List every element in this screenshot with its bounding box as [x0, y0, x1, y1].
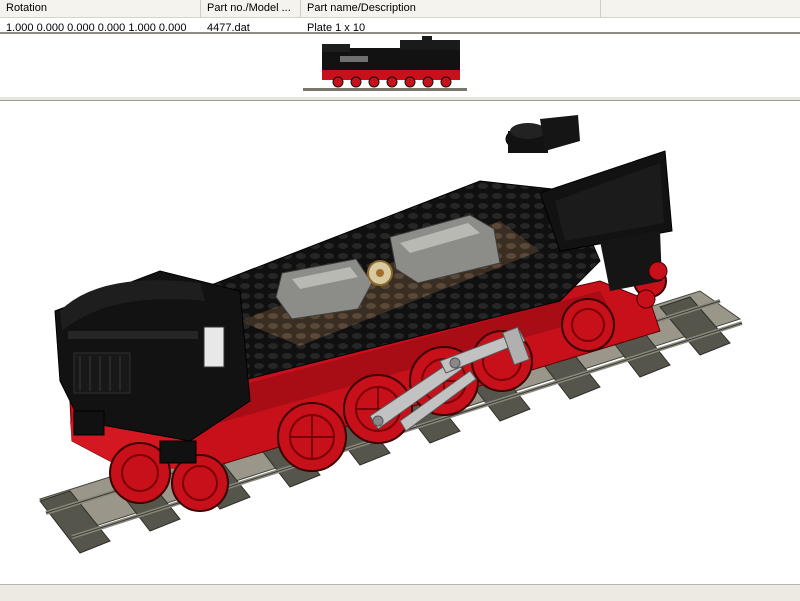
- parts-list-row[interactable]: 1.000 0.000 0.000 0.000 1.000 0.000 4477…: [0, 18, 800, 32]
- parts-list-header: Rotation Part no./Model ... Part name/De…: [0, 0, 800, 18]
- locomotive-thumbnail[interactable]: [0, 34, 800, 93]
- status-bar: [0, 584, 800, 601]
- column-header-part-name[interactable]: Part name/Description: [301, 0, 601, 17]
- model-3d-viewport[interactable]: [0, 100, 800, 585]
- locomotive-model-render: [38, 115, 743, 554]
- column-header-empty[interactable]: [601, 0, 800, 17]
- cell-rotation: 1.000 0.000 0.000 0.000 1.000 0.000: [6, 22, 187, 32]
- model-thumbnail-pane: [0, 32, 800, 99]
- column-header-part-no[interactable]: Part no./Model ...: [201, 0, 301, 17]
- cell-part-name: Plate 1 x 10: [307, 22, 366, 32]
- column-header-rotation[interactable]: Rotation: [0, 0, 201, 17]
- cell-part-no: 4477.dat: [207, 22, 250, 32]
